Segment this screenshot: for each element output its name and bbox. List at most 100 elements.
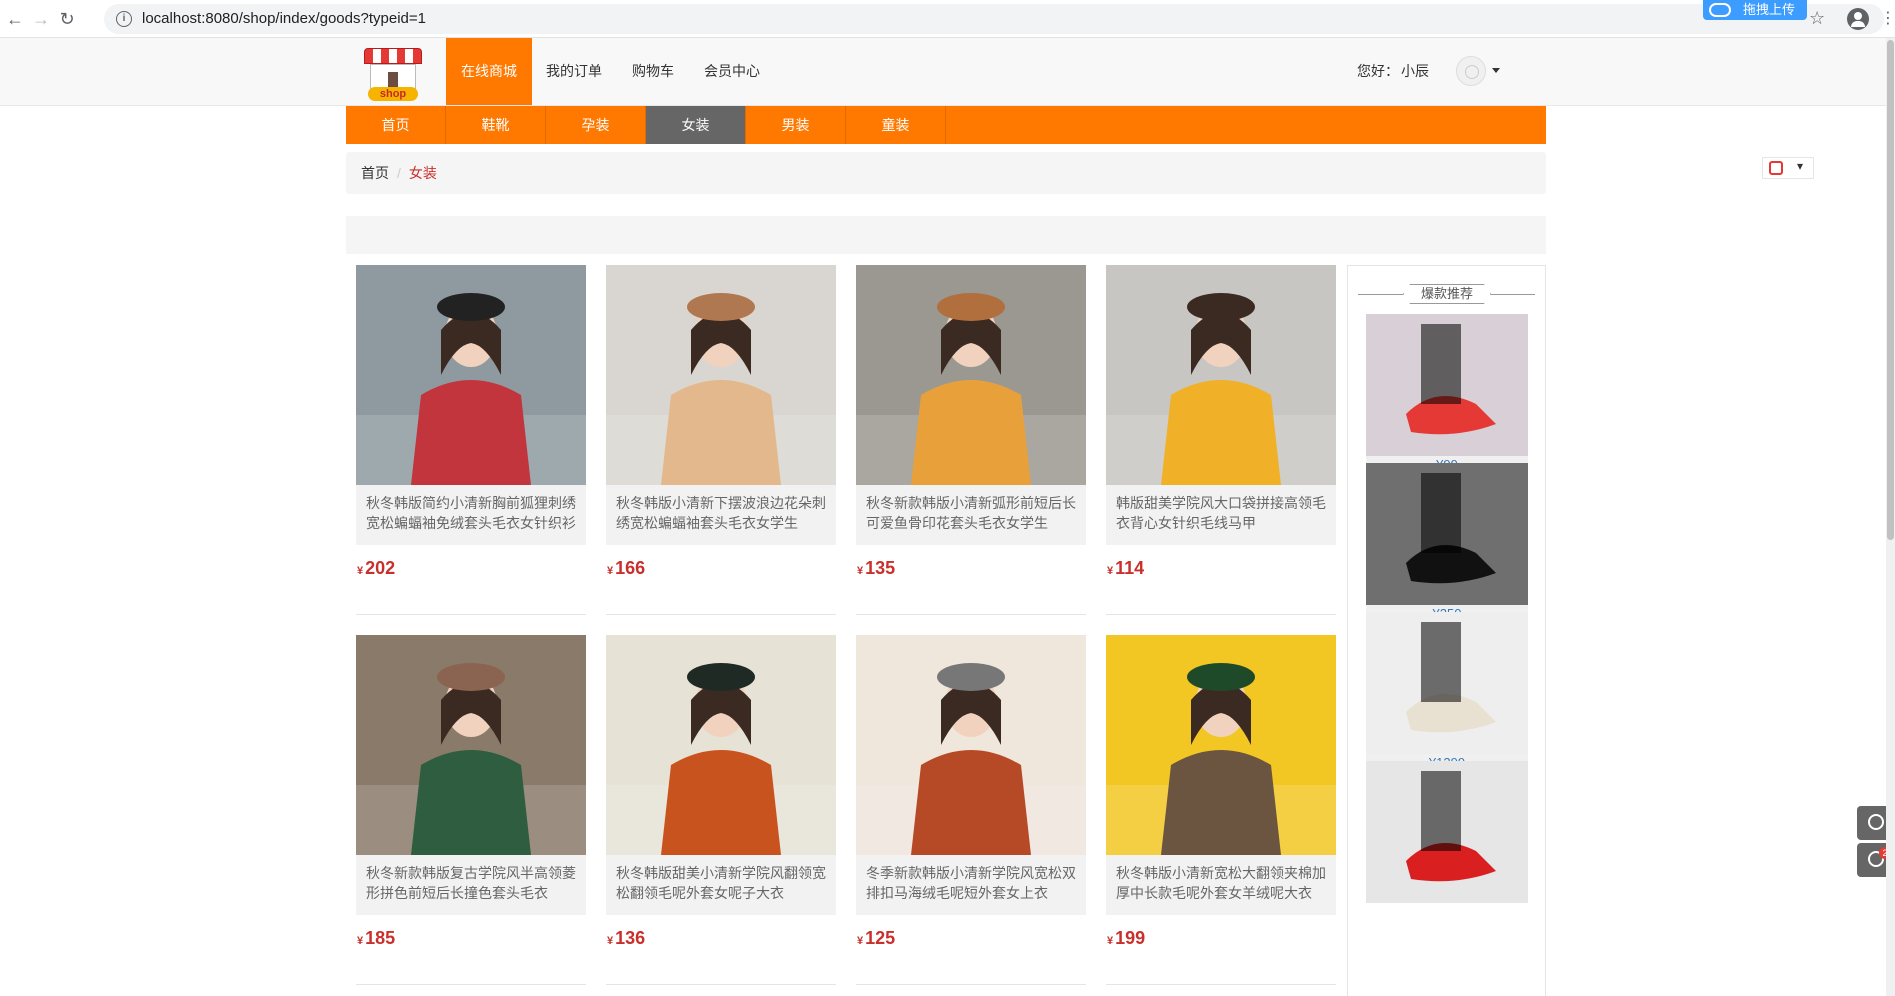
sidebar-product-image[interactable] — [1366, 761, 1528, 903]
product-price: ¥185 — [357, 928, 395, 949]
breadcrumb-separator: / — [397, 165, 401, 181]
bookmark-star-icon[interactable]: ☆ — [1809, 8, 1825, 29]
product-title[interactable]: 秋冬韩版简约小清新胸前狐狸刺绣宽松蝙蝠袖免绒套头毛衣女针织衫 — [356, 485, 586, 545]
nav-member-center[interactable]: 会员中心 — [690, 38, 774, 105]
category-bar: 首页 鞋靴 孕装 女装 男装 童装 — [346, 106, 1546, 144]
category-maternity[interactable]: 孕装 — [546, 106, 646, 144]
price-value: 114 — [1115, 558, 1145, 578]
cloud-icon — [1709, 3, 1731, 17]
product-card[interactable]: 韩版甜美学院风大口袋拼接高领毛衣背心女针织毛线马甲 ¥114 — [1106, 265, 1336, 615]
hot-recommend-sidebar: 爆款推荐 ¥99¥250¥1299 — [1347, 265, 1546, 996]
shoe-photo — [1366, 612, 1528, 754]
sidebar-title-label: 爆款推荐 — [1403, 284, 1491, 304]
product-price: ¥199 — [1107, 928, 1145, 949]
category-women[interactable]: 女装 — [646, 106, 746, 144]
sidebar-product-image[interactable] — [1366, 314, 1528, 456]
category-kids[interactable]: 童装 — [846, 106, 946, 144]
product-card[interactable]: 冬季新款韩版小清新学院风宽松双排扣马海绒毛呢短外套女上衣 ¥125 — [856, 635, 1086, 985]
product-image[interactable] — [606, 635, 836, 855]
sidebar-product-image[interactable] — [1366, 612, 1528, 754]
product-photo — [1106, 635, 1336, 855]
address-bar[interactable]: i localhost:8080/shop/index/goods?typeid… — [104, 4, 1884, 34]
product-card[interactable]: 秋冬新款韩版小清新弧形前短后长可爱鱼骨印花套头毛衣女学生 ¥135 — [856, 265, 1086, 615]
chevron-down-icon[interactable] — [1492, 68, 1500, 73]
title-line-left — [1358, 294, 1403, 295]
awning-graphic — [364, 48, 422, 64]
back-icon[interactable]: ← — [4, 8, 26, 30]
category-home[interactable]: 首页 — [346, 106, 446, 144]
product-photo — [1106, 265, 1336, 485]
product-title[interactable]: 秋冬韩版小清新宽松大翻领夹棉加厚中长款毛呢外套女羊绒呢大衣 — [1106, 855, 1336, 915]
product-card[interactable]: 秋冬韩版小清新下摆波浪边花朵刺绣宽松蝙蝠袖套头毛衣女学生 ¥166 — [606, 265, 836, 615]
shoe-photo — [1366, 314, 1528, 456]
user-greeting: 您好： 小辰 — [1357, 38, 1429, 105]
product-title[interactable]: 韩版甜美学院风大口袋拼接高领毛衣背心女针织毛线马甲 — [1106, 485, 1336, 545]
shoe-photo — [1366, 463, 1528, 605]
filter-bar — [346, 216, 1546, 254]
product-price: ¥114 — [1107, 558, 1144, 579]
category-men[interactable]: 男装 — [746, 106, 846, 144]
product-image[interactable] — [1106, 265, 1336, 485]
product-image[interactable] — [356, 635, 586, 855]
title-line-right — [1491, 294, 1535, 295]
weibo-icon — [1769, 161, 1783, 175]
product-price: ¥202 — [357, 558, 395, 579]
currency-symbol: ¥ — [857, 565, 864, 577]
currency-symbol: ¥ — [607, 935, 614, 947]
product-card[interactable]: 秋冬新款韩版复古学院风半高领菱形拼色前短后长撞色套头毛衣 ¥185 — [356, 635, 586, 985]
product-title[interactable]: 秋冬新款韩版小清新弧形前短后长可爱鱼骨印花套头毛衣女学生 — [856, 485, 1086, 545]
currency-symbol: ¥ — [1107, 935, 1114, 947]
nav-cart[interactable]: 购物车 — [616, 38, 690, 105]
product-title[interactable]: 冬季新款韩版小清新学院风宽松双排扣马海绒毛呢短外套女上衣 — [856, 855, 1086, 915]
category-shoes[interactable]: 鞋靴 — [446, 106, 546, 144]
product-photo — [606, 635, 836, 855]
upload-extension-button[interactable]: 拖拽上传 — [1703, 0, 1807, 20]
avatar[interactable] — [1456, 56, 1486, 86]
sidebar-product-image[interactable] — [1366, 463, 1528, 605]
upload-label: 拖拽上传 — [1743, 2, 1796, 17]
product-title[interactable]: 秋冬新款韩版复古学院风半高领菱形拼色前短后长撞色套头毛衣 — [356, 855, 586, 915]
url-text[interactable]: localhost:8080/shop/index/goods?typeid=1 — [142, 10, 426, 27]
currency-symbol: ¥ — [357, 935, 364, 947]
account-icon[interactable] — [1847, 8, 1869, 30]
shop-logo[interactable]: shop — [360, 44, 426, 102]
product-image[interactable] — [356, 265, 586, 485]
product-price: ¥166 — [607, 558, 645, 579]
reload-icon[interactable]: ↻ — [56, 8, 78, 30]
browser-toolbar: ← → ↻ i localhost:8080/shop/index/goods?… — [0, 0, 1895, 38]
nav-my-orders[interactable]: 我的订单 — [532, 38, 616, 105]
product-photo — [356, 265, 586, 485]
product-card[interactable]: 秋冬韩版小清新宽松大翻领夹棉加厚中长款毛呢外套女羊绒呢大衣 ¥199 — [1106, 635, 1336, 985]
breadcrumb-home[interactable]: 首页 — [361, 165, 389, 181]
product-photo — [856, 265, 1086, 485]
dropdown-icon[interactable]: ▾ — [1797, 159, 1803, 173]
shoe-photo — [1366, 761, 1528, 903]
currency-symbol: ¥ — [607, 565, 614, 577]
product-image[interactable] — [856, 265, 1086, 485]
username: 小辰 — [1401, 63, 1429, 79]
menu-dots-icon[interactable]: ⋮ — [1880, 8, 1895, 28]
currency-symbol: ¥ — [357, 565, 364, 577]
nav-online-mall[interactable]: 在线商城 — [446, 38, 532, 105]
product-photo — [606, 265, 836, 485]
weibo-share-widget[interactable]: ▾ — [1762, 157, 1814, 179]
currency-symbol: ¥ — [857, 935, 864, 947]
breadcrumb-current: 女装 — [408, 165, 437, 181]
product-title[interactable]: 秋冬韩版甜美小清新学院风翻领宽松翻领毛呢外套女呢子大衣 — [606, 855, 836, 915]
product-image[interactable] — [856, 635, 1086, 855]
product-card[interactable]: 秋冬韩版甜美小清新学院风翻领宽松翻领毛呢外套女呢子大衣 ¥136 — [606, 635, 836, 985]
site-info-icon[interactable]: i — [116, 11, 132, 27]
user-icon — [1868, 814, 1884, 830]
product-image[interactable] — [1106, 635, 1336, 855]
forward-icon[interactable]: → — [30, 8, 52, 30]
price-value: 185 — [365, 928, 396, 948]
product-price: ¥135 — [857, 558, 895, 579]
price-value: 199 — [1115, 928, 1146, 948]
product-price: ¥125 — [857, 928, 895, 949]
product-card[interactable]: 秋冬韩版简约小清新胸前狐狸刺绣宽松蝙蝠袖免绒套头毛衣女针织衫 ¥202 — [356, 265, 586, 615]
product-image[interactable] — [606, 265, 836, 485]
page-scrollbar[interactable] — [1886, 38, 1895, 996]
product-photo — [856, 635, 1086, 855]
top-navbar: shop 在线商城 我的订单 购物车 会员中心 您好： 小辰 — [0, 38, 1895, 106]
product-title[interactable]: 秋冬韩版小清新下摆波浪边花朵刺绣宽松蝙蝠袖套头毛衣女学生 — [606, 485, 836, 545]
